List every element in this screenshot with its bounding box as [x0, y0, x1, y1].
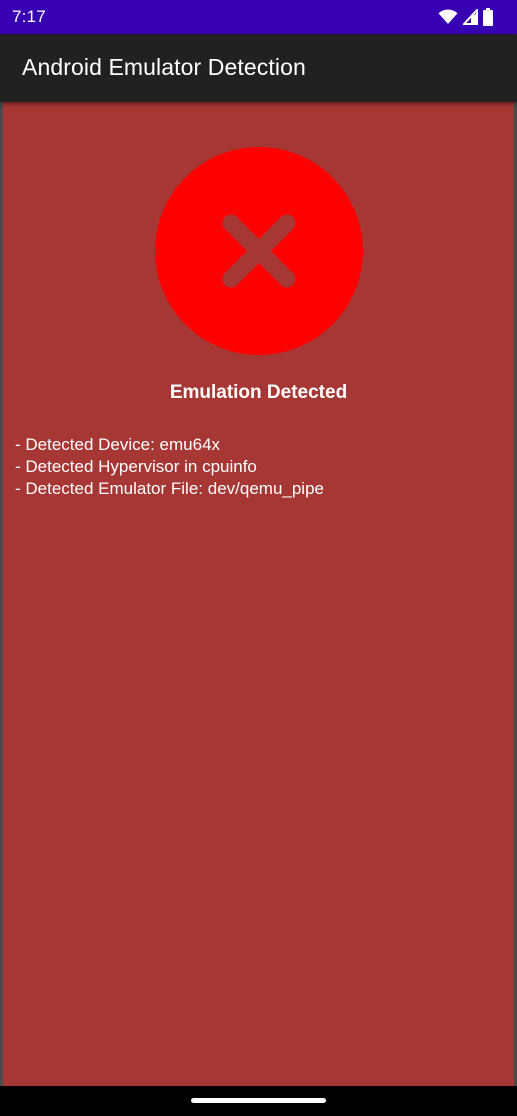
app-title: Android Emulator Detection: [22, 54, 306, 80]
detection-status-circle: [155, 147, 363, 355]
status-bar: 7:17: [0, 0, 517, 34]
app-bar: Android Emulator Detection: [0, 34, 517, 102]
battery-icon: [483, 8, 493, 31]
status-icons: [438, 7, 493, 31]
detection-detail-hypervisor: - Detected Hypervisor in cpuinfo: [15, 457, 257, 476]
signal-icon: [461, 7, 478, 30]
phone-screen: 7:17 Android Emulator Detection Emulatio…: [0, 0, 517, 1116]
status-time: 7:17: [12, 7, 46, 26]
detection-detail-emulator-file: - Detected Emulator File: dev/qemu_pipe: [15, 479, 324, 498]
detection-result-panel: Emulation Detected - Detected Device: em…: [3, 102, 514, 1086]
detection-detail-device: - Detected Device: emu64x: [15, 435, 221, 454]
cross-icon: [222, 214, 296, 288]
wifi-icon: [438, 9, 458, 30]
navigation-bar: [0, 1086, 517, 1116]
detection-title: Emulation Detected: [169, 382, 348, 403]
home-gesture-handle[interactable]: [191, 1098, 326, 1103]
detection-details: - Detected Device: emu64x - Detected Hyp…: [15, 434, 324, 500]
